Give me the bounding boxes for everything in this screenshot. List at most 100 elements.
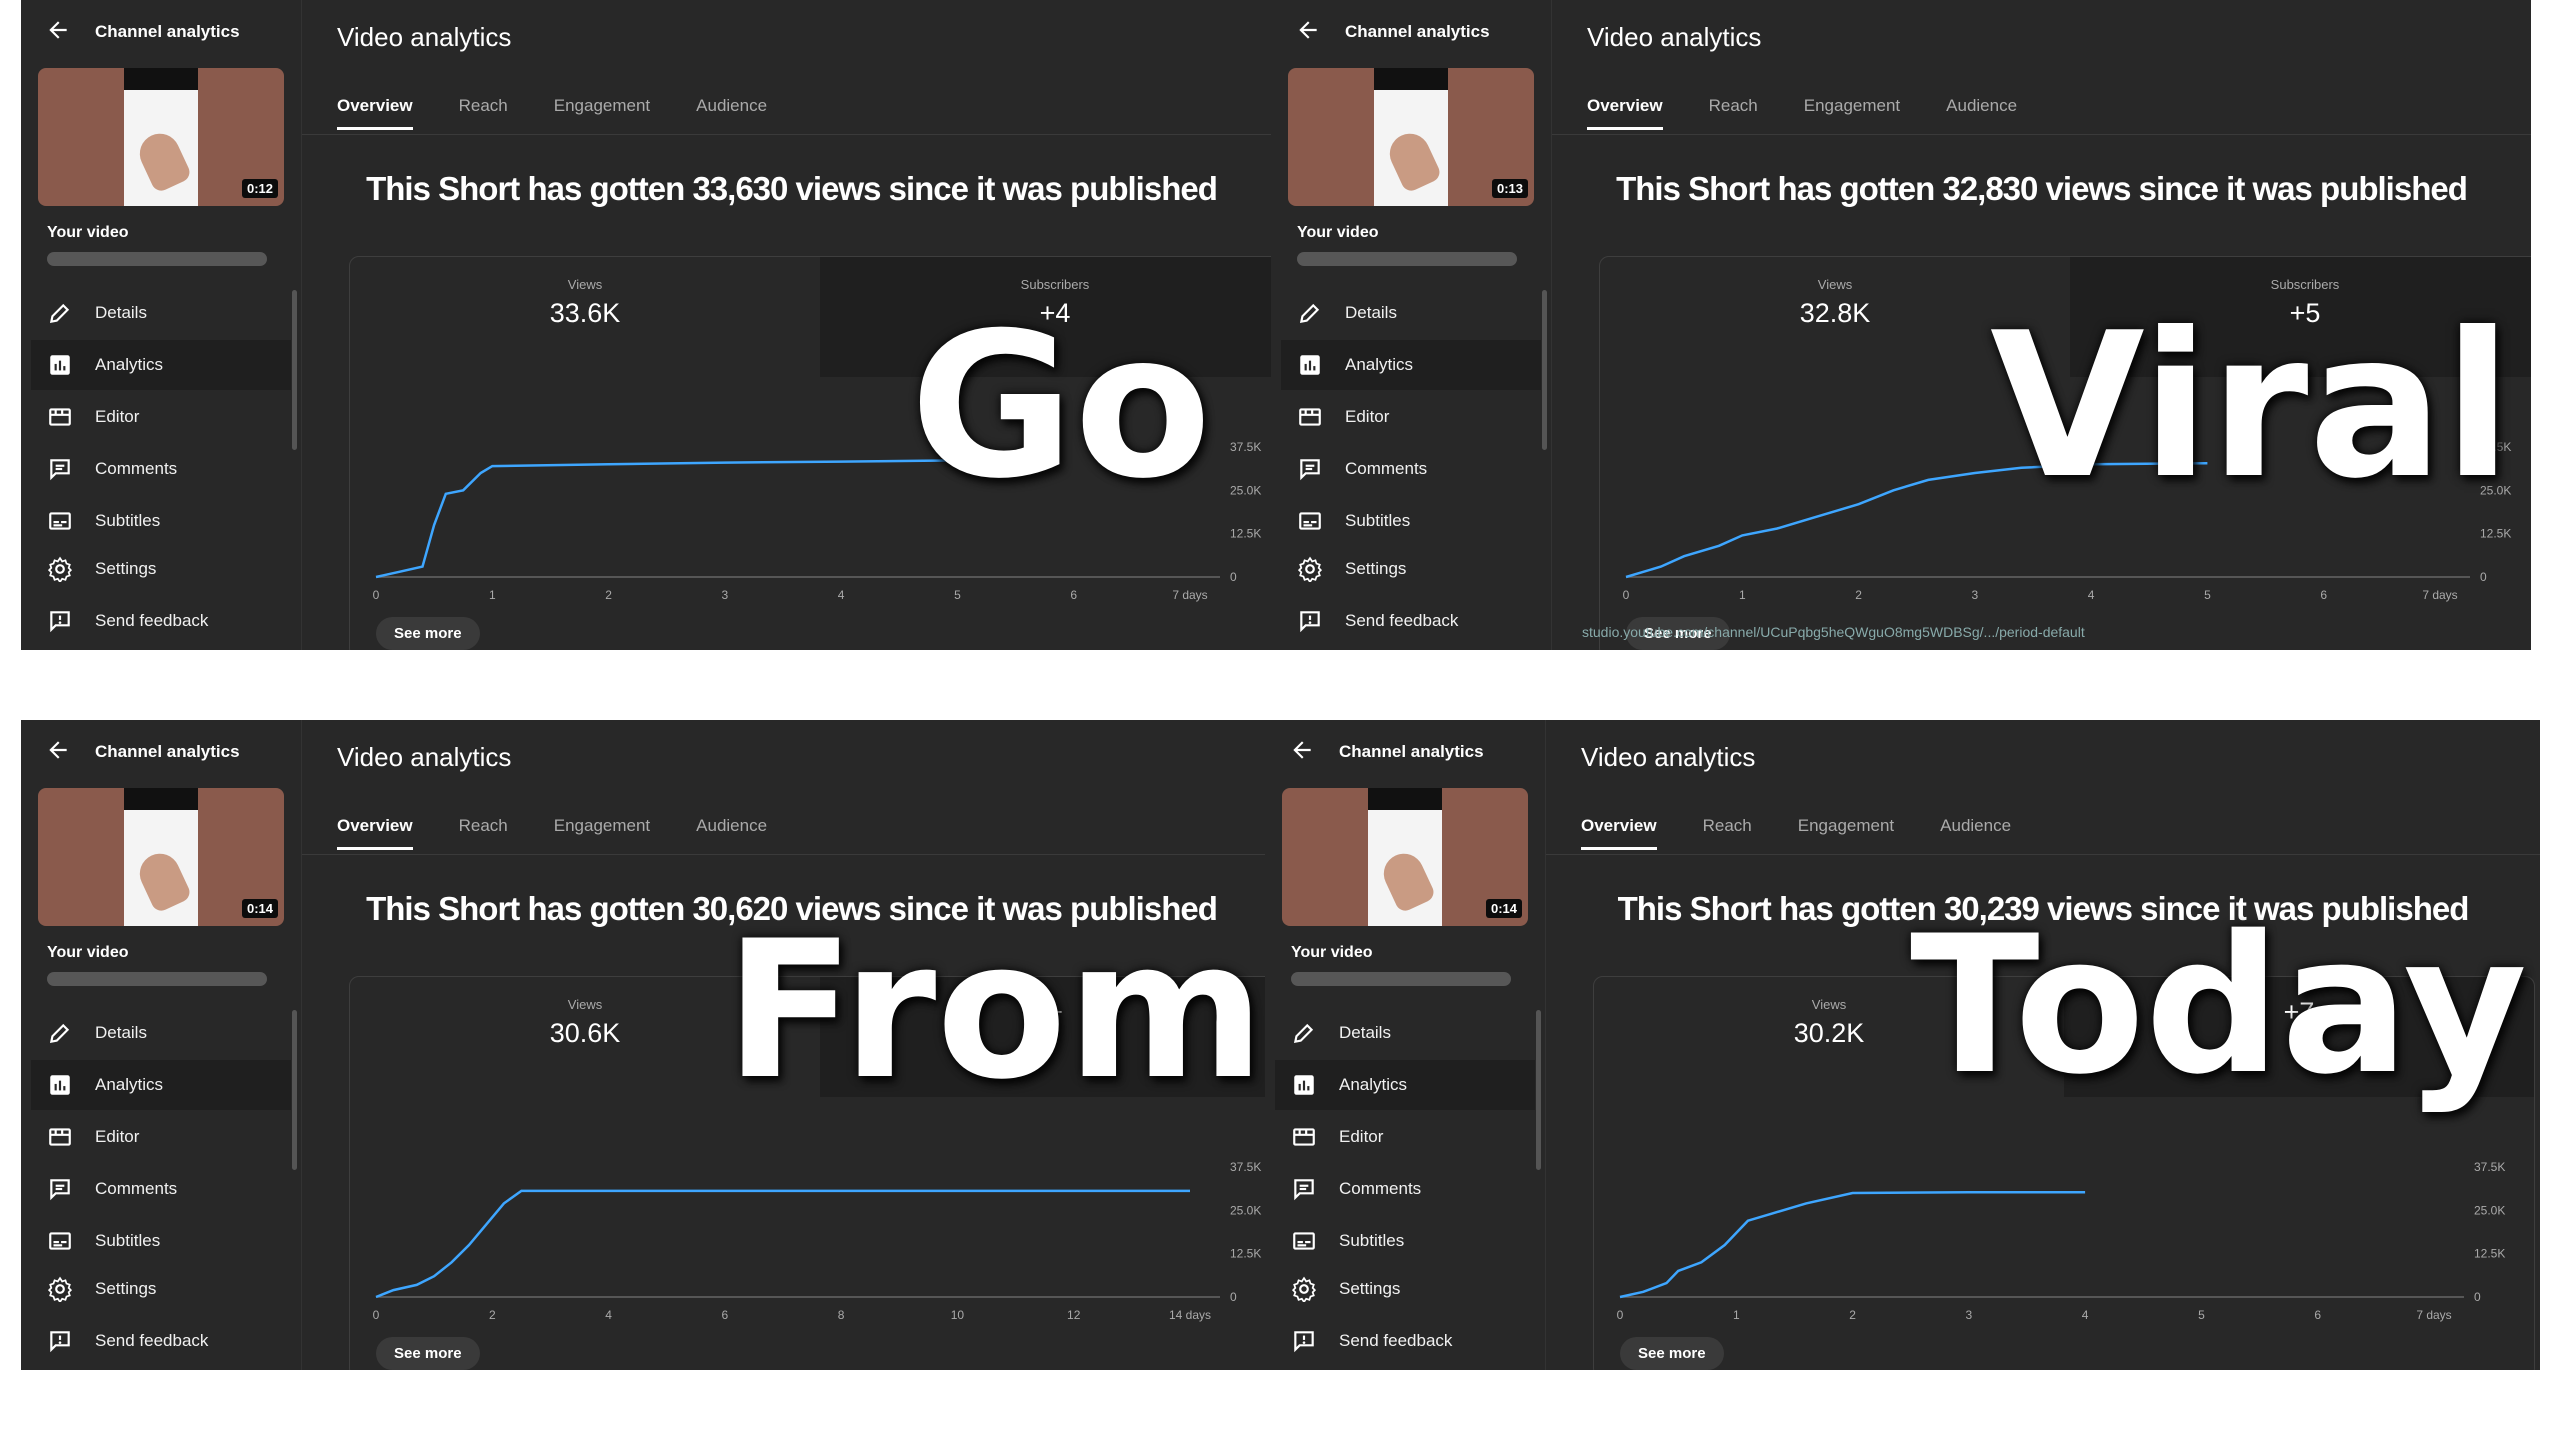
tab-3[interactable]: Audience bbox=[1946, 96, 2017, 130]
sidebar-item-2[interactable]: Editor bbox=[1281, 392, 1541, 442]
sidebar-item-2[interactable]: Editor bbox=[1275, 1112, 1535, 1162]
chart-x-tick: 0 bbox=[373, 588, 380, 602]
views-metric[interactable]: Views 33.6K bbox=[350, 257, 820, 377]
tab-bar: Overview Reach Engagement Audience bbox=[337, 96, 767, 130]
overlay-word-4: Today bbox=[1910, 895, 2528, 1116]
sidebar-item-label: Analytics bbox=[1345, 355, 1414, 374]
sidebar-item-4[interactable]: Subtitles bbox=[31, 496, 291, 546]
tab-3[interactable]: Audience bbox=[696, 96, 767, 130]
sidebar-header: Channel analytics bbox=[21, 0, 301, 64]
sidebar-item-label: Send feedback bbox=[95, 611, 209, 630]
sidebar-item-label: Analytics bbox=[95, 1075, 164, 1094]
chart-x-tick: 12 bbox=[1067, 1308, 1081, 1322]
tab-0[interactable]: Overview bbox=[337, 96, 413, 130]
back-arrow-icon[interactable] bbox=[21, 737, 95, 768]
comments-icon bbox=[1300, 459, 1320, 481]
sidebar-item-1[interactable]: Analytics bbox=[31, 1060, 291, 1110]
sidebar-item-2[interactable]: Editor bbox=[31, 1112, 291, 1162]
sidebar-item-6[interactable]: Send feedback bbox=[1275, 1316, 1535, 1366]
sidebar: Channel analytics 0:13 Your video Details An… bbox=[1271, 0, 1552, 650]
tab-2[interactable]: Engagement bbox=[1798, 816, 1894, 850]
sidebar-scrollbar[interactable] bbox=[292, 290, 297, 450]
see-more-button[interactable]: See more bbox=[376, 617, 480, 650]
page-title: Video analytics bbox=[337, 742, 512, 772]
editor-icon bbox=[1299, 408, 1321, 426]
editor-icon bbox=[1293, 1128, 1315, 1146]
chart-y-tick: 37.5K bbox=[1230, 440, 1261, 454]
tab-divider bbox=[1546, 854, 2540, 855]
sidebar-item-1[interactable]: Analytics bbox=[31, 340, 291, 390]
sidebar: Channel analytics 0:14 Your video Details An… bbox=[1265, 720, 1546, 1370]
sidebar-item-6[interactable]: Send feedback bbox=[31, 1316, 291, 1366]
sidebar-item-0[interactable]: Details bbox=[1275, 1008, 1535, 1058]
tab-0[interactable]: Overview bbox=[337, 816, 413, 850]
sidebar-scrollbar[interactable] bbox=[292, 1010, 297, 1170]
sidebar-item-5[interactable]: Settings bbox=[31, 544, 291, 594]
feedback-icon bbox=[50, 1331, 70, 1353]
back-arrow-icon[interactable] bbox=[21, 17, 95, 48]
sidebar-item-4[interactable]: Subtitles bbox=[31, 1216, 291, 1266]
tab-2[interactable]: Engagement bbox=[1804, 96, 1900, 130]
feedback-icon bbox=[50, 611, 70, 633]
video-duration: 0:13 bbox=[1491, 179, 1528, 198]
video-thumbnail[interactable]: 0:14 bbox=[1282, 788, 1528, 926]
tab-divider bbox=[1552, 134, 2531, 135]
analytics-icon bbox=[1300, 355, 1320, 375]
feedback-icon bbox=[1294, 1331, 1314, 1353]
views-value: 33.6K bbox=[549, 298, 621, 328]
tab-3[interactable]: Audience bbox=[696, 816, 767, 850]
sidebar-item-3[interactable]: Comments bbox=[1281, 444, 1541, 494]
sidebar-item-5[interactable]: Settings bbox=[1281, 544, 1541, 594]
video-thumbnail[interactable]: 0:13 bbox=[1288, 68, 1534, 206]
sidebar-item-0[interactable]: Details bbox=[31, 288, 291, 338]
chart-y-tick: 25.0K bbox=[2474, 1203, 2505, 1217]
chart-y-tick: 0 bbox=[1230, 1290, 1237, 1304]
tab-1[interactable]: Reach bbox=[459, 816, 508, 850]
tab-1[interactable]: Reach bbox=[1709, 96, 1758, 130]
sidebar-header: Channel analytics bbox=[21, 720, 301, 784]
sidebar-item-label: Editor bbox=[95, 1127, 140, 1146]
tab-bar: Overview Reach Engagement Audience bbox=[337, 816, 767, 850]
sidebar-item-1[interactable]: Analytics bbox=[1275, 1060, 1535, 1110]
your-video-label: Your video bbox=[47, 944, 129, 961]
tab-1[interactable]: Reach bbox=[1703, 816, 1752, 850]
sidebar-item-0[interactable]: Details bbox=[1281, 288, 1541, 338]
sidebar-item-label: Details bbox=[95, 303, 147, 322]
video-thumbnail[interactable]: 0:14 bbox=[38, 788, 284, 926]
sidebar-item-label: Comments bbox=[1339, 1179, 1422, 1198]
blurred-video-title bbox=[1297, 252, 1517, 266]
tab-0[interactable]: Overview bbox=[1587, 96, 1663, 130]
see-more-button[interactable]: See more bbox=[1620, 1337, 1724, 1370]
sidebar-scrollbar[interactable] bbox=[1542, 290, 1547, 450]
views-series-line bbox=[1619, 1190, 2086, 1299]
sidebar-item-0[interactable]: Details bbox=[31, 1008, 291, 1058]
chart-x-tick: 6 bbox=[2320, 588, 2327, 602]
tab-2[interactable]: Engagement bbox=[554, 96, 650, 130]
sidebar-item-4[interactable]: Subtitles bbox=[1281, 496, 1541, 546]
back-arrow-icon[interactable] bbox=[1265, 737, 1339, 768]
sidebar-scrollbar[interactable] bbox=[1536, 1010, 1541, 1170]
sidebar-item-6[interactable]: Send feedback bbox=[31, 596, 291, 646]
tab-3[interactable]: Audience bbox=[1940, 816, 2011, 850]
back-arrow-icon[interactable] bbox=[1271, 17, 1345, 48]
tab-1[interactable]: Reach bbox=[459, 96, 508, 130]
sidebar-item-label: Comments bbox=[95, 459, 178, 478]
sidebar-item-2[interactable]: Editor bbox=[31, 392, 291, 442]
chart-x-tick: 3 bbox=[1966, 1308, 1973, 1322]
chart-x-tick: 1 bbox=[1733, 1308, 1740, 1322]
sidebar-item-5[interactable]: Settings bbox=[1275, 1264, 1535, 1314]
see-more-button[interactable]: See more bbox=[376, 1337, 480, 1370]
comments-icon bbox=[50, 1179, 70, 1201]
sidebar: Channel analytics 0:12 Your video Details An… bbox=[21, 0, 302, 650]
sidebar-item-5[interactable]: Settings bbox=[31, 1264, 291, 1314]
sidebar-item-6[interactable]: Send feedback bbox=[1281, 596, 1541, 646]
sidebar-item-3[interactable]: Comments bbox=[31, 444, 291, 494]
tab-0[interactable]: Overview bbox=[1581, 816, 1657, 850]
tab-2[interactable]: Engagement bbox=[554, 816, 650, 850]
sidebar-item-3[interactable]: Comments bbox=[31, 1164, 291, 1214]
chart-y-tick: 25.0K bbox=[1230, 483, 1261, 497]
video-thumbnail[interactable]: 0:12 bbox=[38, 68, 284, 206]
sidebar-item-4[interactable]: Subtitles bbox=[1275, 1216, 1535, 1266]
sidebar-item-3[interactable]: Comments bbox=[1275, 1164, 1535, 1214]
sidebar-item-1[interactable]: Analytics bbox=[1281, 340, 1541, 390]
